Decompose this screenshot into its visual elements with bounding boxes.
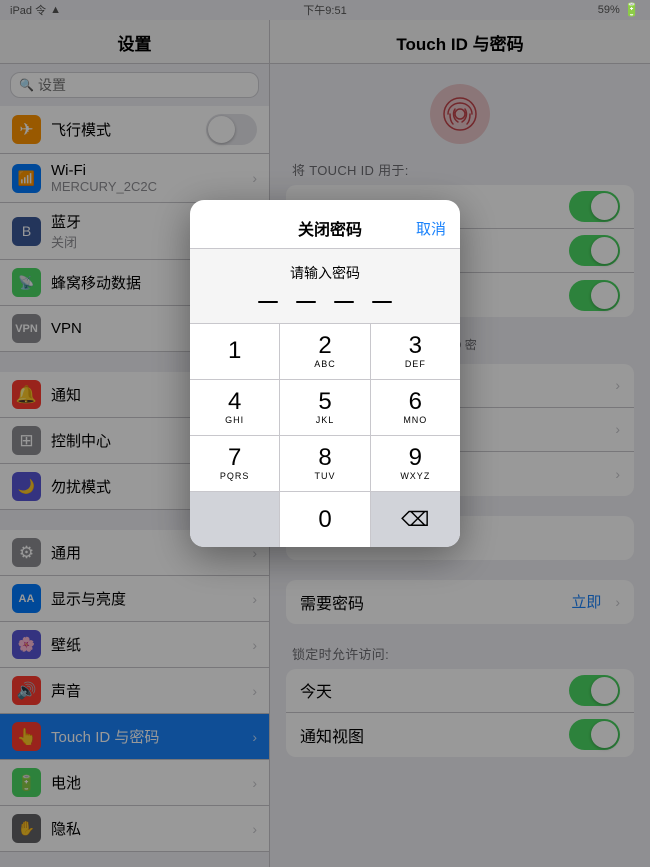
numpad-row-2: 4 GHI 5 JKL 6 MNO xyxy=(190,380,460,436)
status-time: 下午9:51 xyxy=(303,2,346,18)
key-2[interactable]: 2 ABC xyxy=(280,324,370,379)
status-bar: iPad 令 ▲ 下午9:51 59% 🔋 xyxy=(0,0,650,20)
passcode-dots xyxy=(190,289,460,323)
key-8[interactable]: 8 TUV xyxy=(280,436,370,491)
wifi-signal-icon: ▲ xyxy=(50,4,61,16)
key-5[interactable]: 5 JKL xyxy=(280,380,370,435)
numpad-row-1: 1 2 ABC 3 DEF xyxy=(190,324,460,380)
key-3[interactable]: 3 DEF xyxy=(371,324,460,379)
numpad-row-3: 7 PQRS 8 TUV 9 WXYZ xyxy=(190,436,460,492)
ipad-label: iPad 令 xyxy=(10,2,46,18)
dialog-title: 关闭密码 xyxy=(244,216,416,240)
key-empty xyxy=(190,492,280,547)
battery-icon: 🔋 xyxy=(624,2,640,18)
passcode-dialog: 关闭密码 取消 请输入密码 1 2 ABC 3 DEF xyxy=(190,200,460,547)
key-delete[interactable]: ⌫ xyxy=(371,492,460,547)
key-9[interactable]: 9 WXYZ xyxy=(371,436,460,491)
delete-icon: ⌫ xyxy=(401,507,429,532)
passcode-dash-3 xyxy=(334,301,354,303)
key-1[interactable]: 1 xyxy=(190,324,280,379)
battery-percent: 59% xyxy=(598,4,620,16)
passcode-dash-2 xyxy=(296,301,316,303)
dialog-header: 关闭密码 取消 xyxy=(190,200,460,249)
dialog-cancel-button[interactable]: 取消 xyxy=(416,218,446,239)
status-right: 59% 🔋 xyxy=(598,2,640,18)
key-4[interactable]: 4 GHI xyxy=(190,380,280,435)
passcode-dash-4 xyxy=(372,301,392,303)
key-6[interactable]: 6 MNO xyxy=(371,380,460,435)
status-left: iPad 令 ▲ xyxy=(10,2,61,18)
dialog-subtitle: 请输入密码 xyxy=(190,249,460,289)
numpad: 1 2 ABC 3 DEF 4 GHI 5 JKL 6 xyxy=(190,323,460,547)
key-7[interactable]: 7 PQRS xyxy=(190,436,280,491)
passcode-dash-1 xyxy=(258,301,278,303)
numpad-row-4: 0 ⌫ xyxy=(190,492,460,547)
key-0[interactable]: 0 xyxy=(280,492,370,547)
